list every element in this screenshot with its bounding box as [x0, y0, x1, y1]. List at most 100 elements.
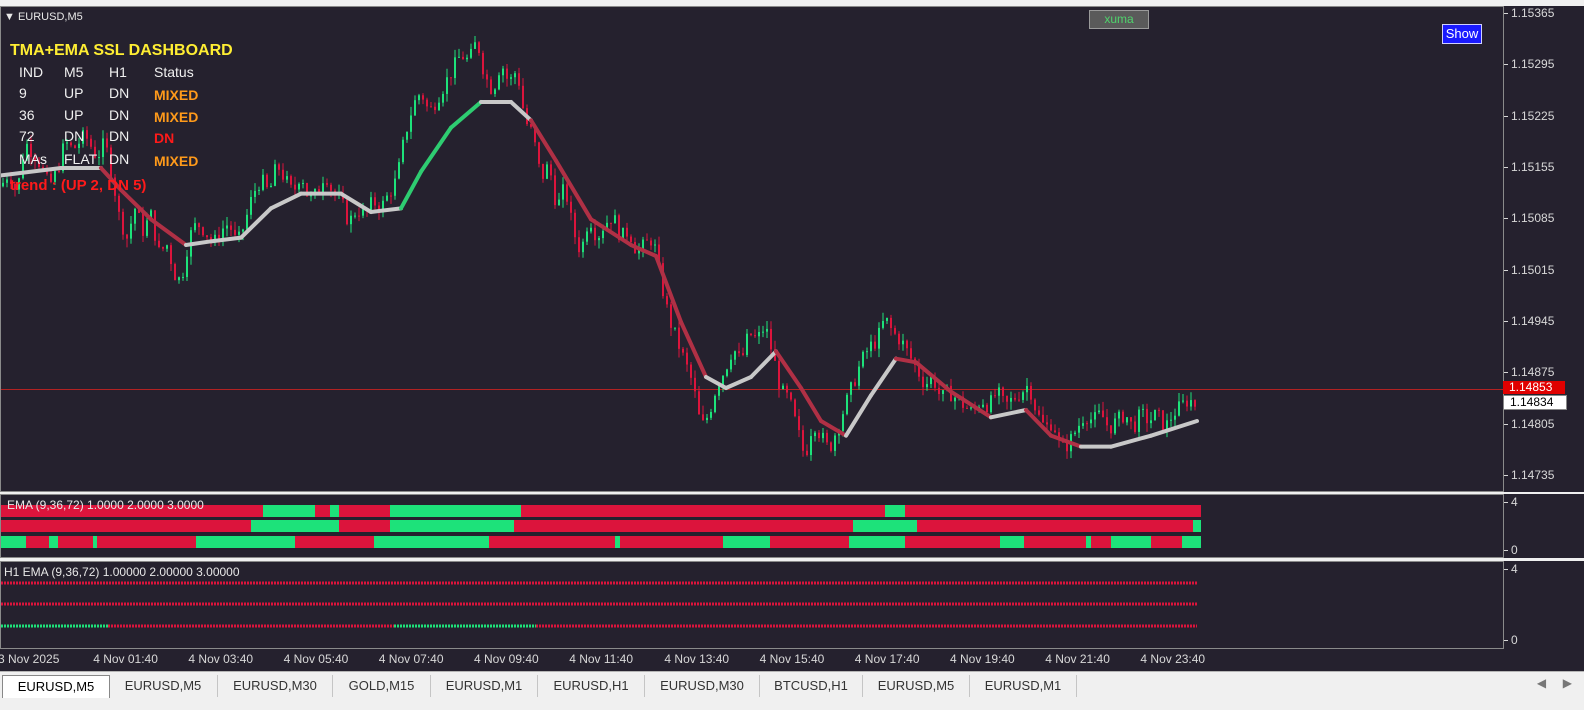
ema-indicator-pane[interactable]: EMA (9,36,72) 1.0000 2.0000 3.0000 [0, 494, 1504, 558]
price-chart[interactable] [1, 7, 1504, 492]
candle-body [542, 163, 544, 179]
candle-body [434, 106, 436, 111]
chart-tab[interactable]: BTCUSD,H1 [760, 675, 863, 697]
candle-body [510, 77, 512, 79]
candle-body [418, 95, 420, 101]
chart-tab[interactable]: EURUSD,H1 [538, 675, 645, 697]
candle-body [1010, 397, 1012, 402]
candle-body [578, 237, 580, 253]
candle-body [98, 157, 100, 159]
candle-body [734, 351, 736, 360]
ema-state-segment [917, 520, 1193, 532]
candle-body [78, 143, 80, 149]
candle-body [590, 227, 592, 232]
scale-tick [1504, 569, 1508, 570]
candle-body [786, 385, 788, 393]
ema-state-segment [489, 536, 615, 548]
time-axis[interactable]: 3 Nov 2025 4 Nov 01:40 4 Nov 03:40 4 Nov 05… [0, 649, 1584, 671]
candle-body [370, 197, 372, 211]
candle-body [770, 328, 772, 350]
tab-scroll-arrows[interactable]: ◀ ▶ [1537, 676, 1572, 690]
candle-body [482, 52, 484, 75]
chart-tab[interactable]: EURUSD,M5 [109, 675, 218, 697]
candle-body [2, 182, 4, 187]
candle-body [938, 387, 940, 394]
chart-tab[interactable]: EURUSD,M1 [431, 675, 538, 697]
ma-segment [799, 386, 823, 423]
time-tick-label: 4 Nov 13:40 [664, 652, 730, 666]
xuma-button[interactable]: xuma [1089, 10, 1149, 29]
candle-body [610, 222, 612, 224]
candle-body [1182, 400, 1184, 402]
candle-body [910, 348, 912, 359]
ema-state-segment [49, 536, 58, 548]
ema-state-segment [521, 505, 885, 517]
dashboard-row-status: MIXED [154, 87, 199, 103]
candle-body [842, 414, 844, 431]
candle-body [1086, 423, 1088, 425]
symbol-label: EURUSD,M5 [17, 11, 83, 23]
price-tick-label: 1.15085 [1511, 211, 1555, 226]
candle-body [522, 85, 524, 109]
candle-body [166, 245, 168, 249]
candle-body [754, 335, 756, 337]
candle-body [442, 93, 444, 103]
time-tick-label: 4 Nov 15:40 [759, 652, 825, 666]
candle-body [498, 75, 500, 90]
dashboard-header-m5: M5 [64, 64, 84, 80]
candle-body [430, 106, 432, 108]
candle-body [486, 74, 488, 80]
candle-body [726, 369, 728, 376]
ema-panel-title: EMA (9,36,72) 1.0000 2.0000 3.0000 [7, 498, 204, 512]
candle-body [1002, 387, 1004, 396]
candle-body [450, 77, 452, 79]
chart-tab[interactable]: EURUSD,M5 [2, 675, 110, 698]
show-button[interactable]: Show [1442, 24, 1482, 44]
candle-body [738, 351, 740, 354]
chart-tab[interactable]: EURUSD,M30 [645, 675, 760, 697]
candle-body [954, 397, 956, 402]
ma-segment [399, 169, 423, 211]
time-tick-label: 4 Nov 09:40 [474, 652, 539, 666]
candle-body [546, 164, 548, 179]
chart-tab-bar: ◀ ▶ EURUSD,M5 EURUSD,M5 EURUSD,M30 GOLD,M15… [0, 671, 1584, 710]
candle-body [778, 360, 780, 390]
candle-body [238, 231, 240, 235]
candle-body [194, 223, 196, 231]
chart-tab[interactable]: EURUSD,M5 [863, 675, 970, 697]
chart-tab[interactable]: GOLD,M15 [333, 675, 431, 697]
price-tick-label: 1.14805 [1511, 416, 1555, 431]
chart-tab[interactable]: EURUSD,M30 [218, 675, 333, 697]
candle-body [686, 352, 688, 365]
price-tick [1504, 64, 1508, 66]
h1-ema-indicator-pane[interactable]: H1 EMA (9,36,72) 1.00000 2.00000 3.00000 [0, 561, 1504, 649]
time-tick-label: 4 Nov 07:40 [378, 652, 444, 666]
ma-segment [724, 375, 753, 390]
dashboard-row-ind: 36 [19, 107, 35, 123]
ema-state-segment [615, 536, 620, 548]
candle-body [574, 212, 576, 238]
price-tick [1504, 13, 1508, 14]
chart-tab[interactable]: EURUSD,M1 [970, 675, 1077, 697]
candle-body [178, 277, 180, 281]
ma-segment [894, 356, 918, 365]
price-axis[interactable]: 1.15365 1.15295 1.15225 1.15155 1.15085 1.150… [1503, 6, 1584, 492]
time-tick-label: 4 Nov 01:40 [93, 652, 158, 666]
candle-body [798, 416, 800, 431]
candle-body [942, 390, 944, 394]
candle-body [1106, 417, 1108, 426]
candle-body [470, 48, 472, 58]
candle-body [1194, 400, 1196, 407]
ema-state-segment [885, 505, 905, 517]
dashboard-row-ind: 9 [19, 85, 27, 101]
scroll-right-icon[interactable]: ▶ [1563, 676, 1572, 690]
candle-body [986, 404, 988, 413]
scroll-left-icon[interactable]: ◀ [1537, 676, 1546, 690]
main-chart-pane[interactable]: ▼ EURUSD,M5 xuma Show TMA+EMA SSL DASHBO… [0, 6, 1504, 492]
dropdown-triangle-icon[interactable]: ▼ [4, 11, 15, 23]
ema-state-segment [390, 520, 514, 532]
price-tick-label: 1.15365 [1511, 6, 1555, 20]
ma-segment [1109, 433, 1153, 449]
candle-body [762, 331, 764, 333]
candle-body [1050, 424, 1052, 431]
